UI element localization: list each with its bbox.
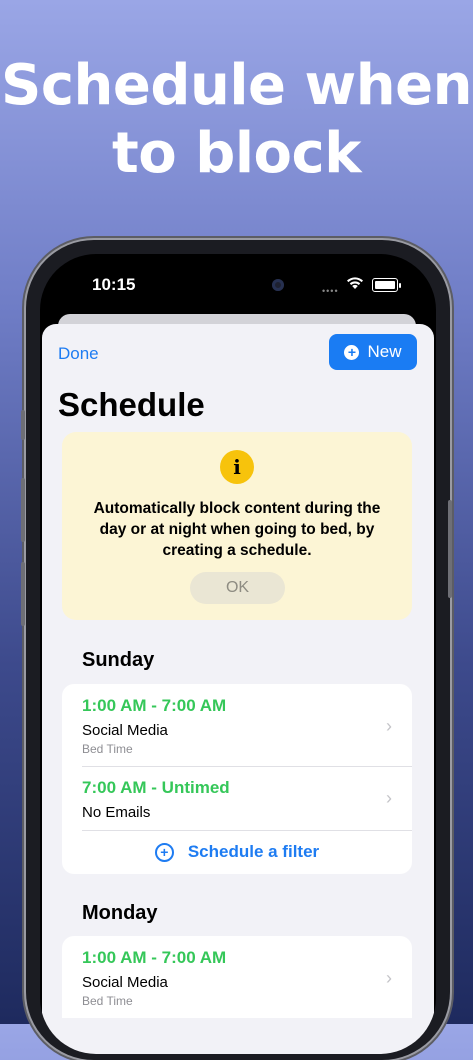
volume-down-button [21, 562, 25, 626]
schedule-row[interactable]: 1:00 AM - 7:00 AM Social Media Bed Time … [62, 936, 412, 1018]
chevron-right-icon: › [386, 716, 392, 736]
status-time: 10:15 [92, 275, 136, 294]
schedule-filter-button[interactable]: + Schedule a filter [62, 830, 412, 874]
mute-switch [21, 410, 25, 440]
schedule-name: Social Media [82, 974, 168, 991]
schedule-row[interactable]: 1:00 AM - 7:00 AM Social Media Bed Time … [62, 684, 412, 766]
battery-icon [372, 278, 401, 292]
schedule-subtitle: Bed Time [82, 742, 133, 756]
marketing-headline: Schedule when to block [0, 52, 473, 188]
chevron-right-icon: › [386, 788, 392, 808]
cellular-signal-icon: •••• [322, 286, 339, 296]
schedule-row[interactable]: 7:00 AM - Untimed No Emails › [62, 766, 412, 830]
wifi-icon [347, 277, 363, 289]
camera-icon [272, 279, 284, 291]
page-title: Schedule [58, 386, 205, 423]
schedule-sheet: Done + New Schedule i Automatically bloc… [42, 324, 434, 1054]
schedule-time: 7:00 AM - Untimed [82, 778, 230, 797]
phone-screen: 10:15 •••• Done + New Schedule i Automat… [40, 254, 436, 1054]
plus-circle-icon: + [344, 344, 360, 360]
plus-circle-icon: + [154, 842, 174, 862]
info-card: i Automatically block content during the… [62, 432, 412, 620]
volume-up-button [21, 478, 25, 542]
chevron-right-icon: › [386, 968, 392, 988]
power-button [448, 500, 452, 598]
schedule-filter-label: Schedule a filter [187, 842, 320, 861]
info-message: Automatically block content during the d… [93, 500, 381, 559]
day-header-sunday: Sunday [82, 649, 155, 671]
schedule-time: 1:00 AM - 7:00 AM [82, 948, 227, 967]
new-button-label: New [367, 342, 402, 361]
monday-schedule-list: 1:00 AM - 7:00 AM Social Media Bed Time … [62, 936, 412, 1018]
schedule-subtitle: Bed Time [82, 994, 133, 1008]
headline-line-1: Schedule when [1, 53, 472, 118]
sunday-schedule-list: 1:00 AM - 7:00 AM Social Media Bed Time … [62, 684, 412, 874]
headline-line-2: to block [112, 121, 361, 186]
info-icon: i [220, 450, 254, 484]
schedule-name: Social Media [82, 722, 168, 739]
day-header-monday: Monday [82, 902, 158, 924]
new-button[interactable]: + New [329, 334, 417, 370]
status-bar: 10:15 •••• [40, 254, 436, 314]
schedule-time: 1:00 AM - 7:00 AM [82, 696, 227, 715]
done-button[interactable]: Done [58, 344, 99, 364]
schedule-name: No Emails [82, 804, 151, 821]
ok-button[interactable]: OK [190, 572, 285, 604]
